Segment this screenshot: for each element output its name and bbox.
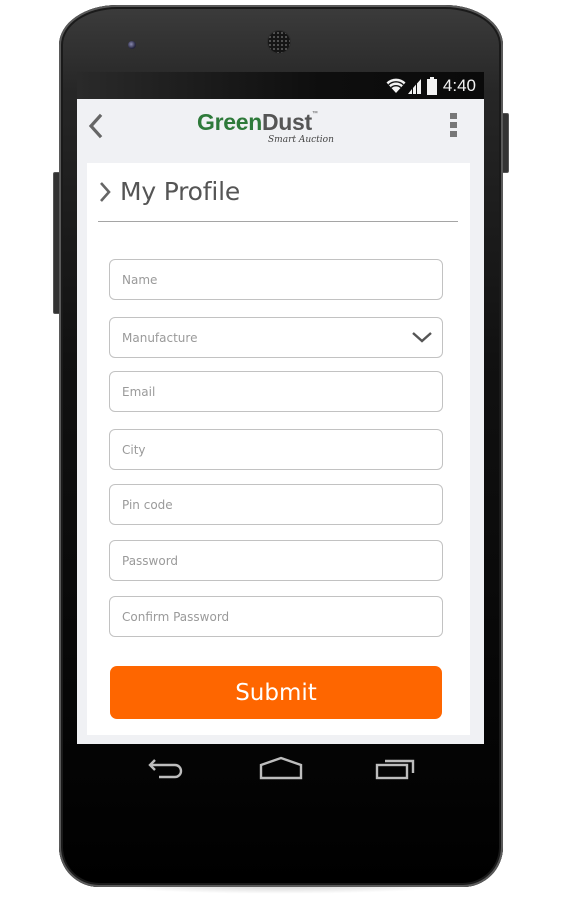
home-icon xyxy=(259,756,303,780)
logo-brand-green: Green xyxy=(197,109,262,135)
back-button[interactable] xyxy=(85,111,107,141)
android-nav-bar xyxy=(77,744,484,800)
phone-screen: 4:40 GreenDust™ Smart Auction My Profile xyxy=(77,72,484,744)
status-bar: 4:40 xyxy=(77,72,484,99)
status-time: 4:40 xyxy=(442,75,476,95)
nav-home-button[interactable] xyxy=(259,756,303,785)
confirm-password-input[interactable] xyxy=(110,597,442,636)
wifi-icon xyxy=(386,78,406,93)
more-vertical-icon xyxy=(450,113,460,137)
battery-icon xyxy=(426,76,437,95)
page-header: My Profile xyxy=(98,177,240,206)
back-arrow-icon xyxy=(148,759,183,779)
manufacture-select[interactable] xyxy=(110,318,442,357)
name-input[interactable] xyxy=(110,260,442,299)
chevron-down-icon[interactable] xyxy=(411,330,433,344)
signal-icon xyxy=(407,78,421,94)
more-menu-button[interactable] xyxy=(450,113,460,141)
power-button xyxy=(502,113,509,173)
password-field[interactable] xyxy=(109,540,443,581)
confirm-password-field[interactable] xyxy=(109,596,443,637)
logo-trademark: ™ xyxy=(311,111,318,117)
nav-back-button[interactable] xyxy=(147,756,187,785)
city-input[interactable] xyxy=(110,430,442,469)
email-field[interactable] xyxy=(109,371,443,412)
pin-code-input[interactable] xyxy=(110,485,442,524)
manufacture-dropdown[interactable] xyxy=(109,317,443,358)
greendust-logo: GreenDust™ Smart Auction xyxy=(197,109,337,149)
city-field[interactable] xyxy=(109,429,443,470)
chevron-right-icon xyxy=(100,181,111,202)
name-field[interactable] xyxy=(109,259,443,300)
earpiece-speaker xyxy=(268,31,290,53)
recent-apps-icon xyxy=(375,759,415,780)
profile-card: My Profile Submit xyxy=(87,163,470,735)
logo-brand-gray: Dust xyxy=(261,109,312,135)
logo-tagline: Smart Auction xyxy=(268,135,334,145)
pin-code-field[interactable] xyxy=(109,484,443,525)
title-divider xyxy=(98,221,458,222)
password-input[interactable] xyxy=(110,541,442,580)
submit-button[interactable]: Submit xyxy=(110,666,442,719)
app-bar: GreenDust™ Smart Auction xyxy=(77,99,484,161)
front-camera xyxy=(128,41,136,49)
nav-recents-button[interactable] xyxy=(375,756,417,785)
email-input[interactable] xyxy=(110,372,442,411)
page-title: My Profile xyxy=(120,177,241,206)
chevron-left-icon xyxy=(88,113,103,139)
